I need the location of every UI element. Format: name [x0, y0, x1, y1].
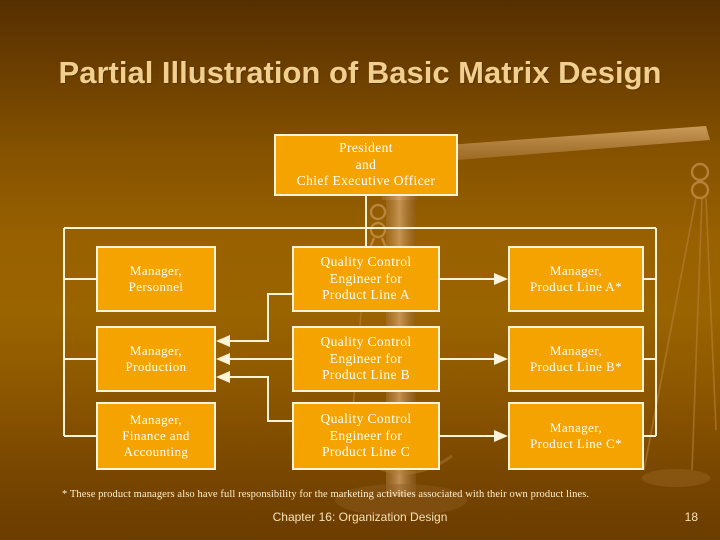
arrowhead-left	[216, 335, 230, 383]
arrowhead-right	[494, 273, 508, 442]
box-manager-product-line-a[interactable]: Manager, Product Line A*	[508, 246, 644, 312]
line1: Manager,	[129, 263, 183, 279]
box-president-line3: Chief Executive Officer	[296, 173, 436, 189]
line1: Manager,	[129, 343, 183, 359]
line1: Manager,	[549, 343, 603, 359]
line1: Quality Control	[320, 254, 412, 270]
box-text: Quality Control Engineer for Product Lin…	[312, 334, 419, 383]
line3: Product Line B	[321, 367, 411, 383]
line3: Accounting	[123, 443, 189, 459]
box-qc-engineer-product-line-b[interactable]: Quality Control Engineer for Product Lin…	[292, 326, 440, 392]
box-manager-finance-accounting[interactable]: Manager, Finance and Accounting	[96, 402, 216, 470]
box-text: Manager, Personnel	[121, 263, 192, 295]
line2: Engineer for	[329, 350, 403, 366]
footer-page-number: 18	[684, 510, 698, 524]
box-manager-product-line-c[interactable]: Manager, Product Line C*	[508, 402, 644, 470]
line1: Manager,	[129, 412, 183, 428]
box-text: Manager, Product Line A*	[522, 263, 630, 295]
line2: Product Line A*	[530, 279, 622, 294]
line2: Finance and	[122, 428, 190, 444]
line1: Quality Control	[320, 411, 412, 427]
box-president-line1: President	[339, 140, 393, 156]
line2: Engineer for	[329, 270, 403, 286]
box-text: Manager, Finance and Accounting	[114, 412, 198, 460]
box-text: Quality Control Engineer for Product Lin…	[312, 411, 419, 460]
line2: Product Line B*	[530, 359, 622, 374]
line2: Production	[125, 359, 187, 374]
line2: Engineer for	[329, 427, 403, 443]
line3: Product Line C	[321, 444, 411, 460]
box-manager-production[interactable]: Manager, Production	[96, 326, 216, 392]
line1: Quality Control	[320, 334, 412, 350]
box-text: Manager, Production	[117, 343, 194, 375]
box-text: Quality Control Engineer for Product Lin…	[312, 254, 419, 303]
line2: Product Line C*	[530, 436, 622, 451]
footnote: * These product managers also have full …	[62, 489, 590, 500]
box-president-line2: and	[355, 156, 377, 172]
box-president[interactable]: President and Chief Executive Officer	[274, 134, 458, 196]
box-president-text: President and Chief Executive Officer	[289, 140, 444, 189]
box-manager-product-line-b[interactable]: Manager, Product Line B*	[508, 326, 644, 392]
slide-canvas: Partial Illustration of Basic Matrix Des…	[0, 0, 720, 540]
box-text: Manager, Product Line B*	[522, 343, 630, 375]
box-text: Manager, Product Line C*	[522, 420, 630, 452]
line3: Product Line A	[321, 287, 411, 303]
line1: Manager,	[549, 420, 603, 436]
box-qc-engineer-product-line-c[interactable]: Quality Control Engineer for Product Lin…	[292, 402, 440, 470]
box-qc-engineer-product-line-a[interactable]: Quality Control Engineer for Product Lin…	[292, 246, 440, 312]
line1: Manager,	[549, 263, 603, 279]
line2: Personnel	[128, 279, 184, 294]
footer-chapter-title: Chapter 16: Organization Design	[272, 510, 448, 524]
box-manager-personnel[interactable]: Manager, Personnel	[96, 246, 216, 312]
